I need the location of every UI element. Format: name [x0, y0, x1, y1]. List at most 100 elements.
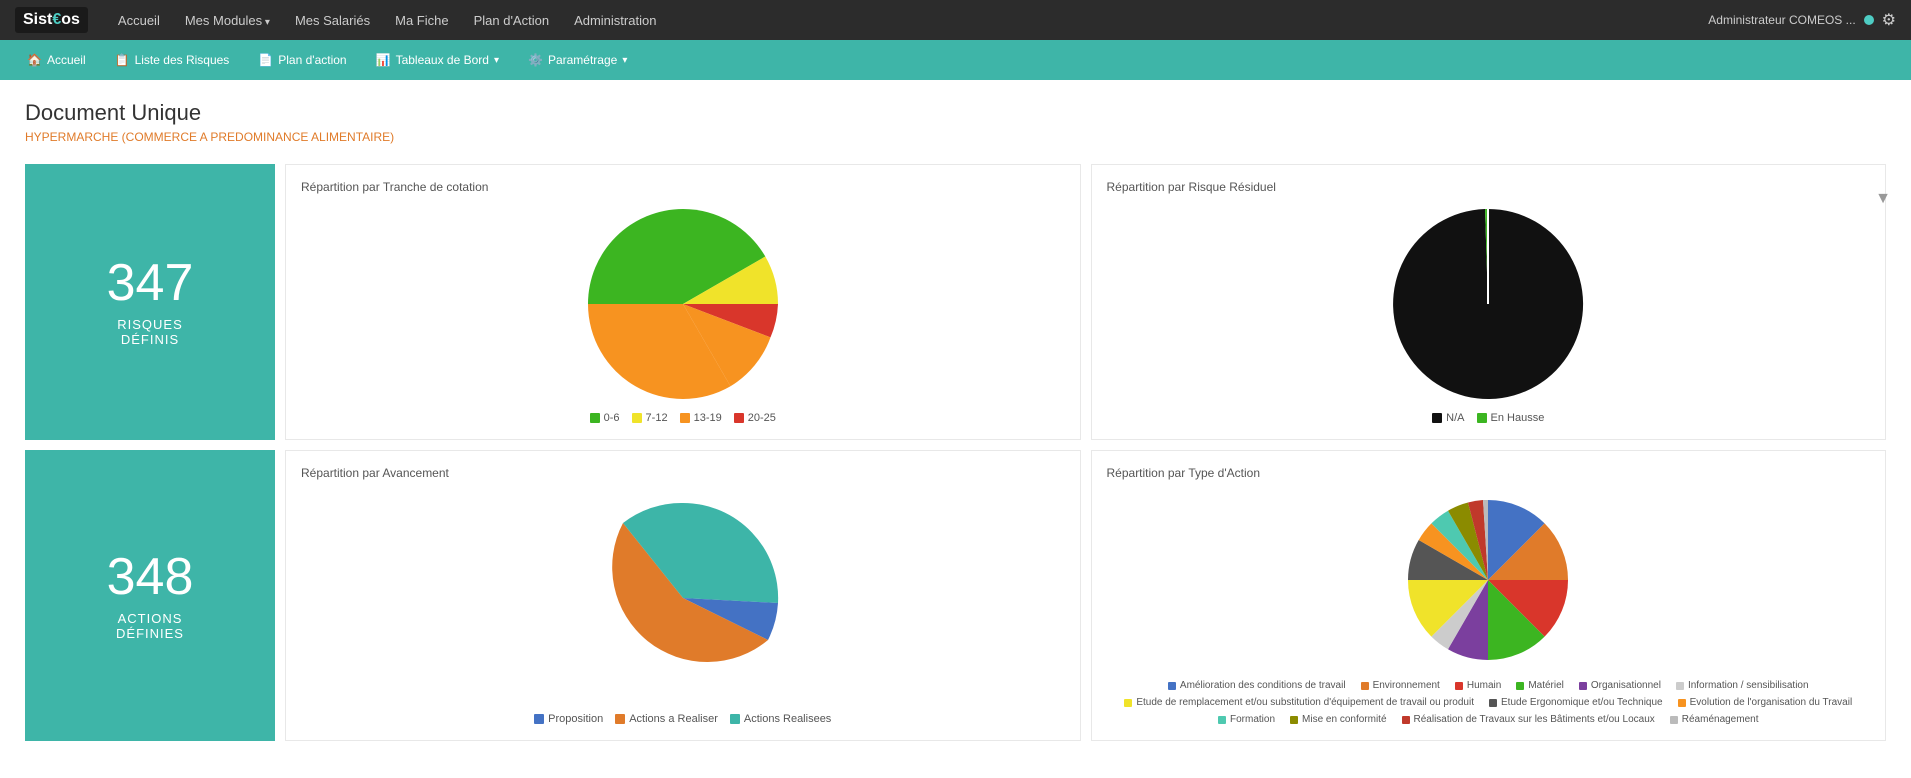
top-navigation: Sist€os Accueil Mes Modules Mes Salariés…: [0, 0, 1911, 40]
legend-dot-mise-conformite: [1290, 716, 1298, 724]
legend-dot-proposition: [534, 714, 544, 724]
legend-information: Information / sensibilisation: [1676, 680, 1809, 691]
legend-dot-etude-ergonomique: [1489, 699, 1497, 707]
legend-etude-ergonomique: Etude Ergonomique et/ou Technique: [1489, 697, 1663, 708]
legend-realisation-travaux: Réalisation de Travaux sur les Bâtiments…: [1402, 714, 1655, 725]
dashboard-row-1: 347 RISQUESDÉFINIS Répartition par Tranc…: [25, 164, 1886, 440]
legend-dot-20-25: [734, 413, 744, 423]
legend-dot-en-hausse: [1477, 413, 1487, 423]
risques-label: RISQUESDÉFINIS: [117, 317, 183, 347]
tranche-pie-svg: [583, 204, 783, 404]
home-icon: 🏠: [27, 53, 42, 67]
legend-formation: Formation: [1218, 714, 1275, 725]
stat-card-risques: 347 RISQUESDÉFINIS: [25, 164, 275, 440]
doc-icon: 📄: [258, 53, 273, 67]
avancement-pie-svg: [583, 498, 783, 698]
residuel-pie-svg: [1388, 204, 1588, 404]
chart-residuel-title: Répartition par Risque Résiduel: [1107, 180, 1871, 194]
legend-humain: Humain: [1455, 680, 1501, 691]
top-nav-left: Sist€os Accueil Mes Modules Mes Salariés…: [15, 7, 666, 33]
legend-na: N/A: [1432, 412, 1464, 424]
legend-dot-evolution-organisation: [1678, 699, 1686, 707]
chart-risque-residuel: Répartition par Risque Résiduel N/A: [1091, 164, 1887, 440]
chart-residuel-area: [1107, 204, 1871, 404]
second-nav-tableaux-bord[interactable]: 📊 Tableaux de Bord: [364, 47, 511, 73]
top-nav-right: Administrateur COMEOS ... ⚙: [1708, 10, 1896, 30]
legend-en-hausse: En Hausse: [1477, 412, 1545, 424]
legend-dot-organisationnel: [1579, 682, 1587, 690]
type-action-pie-svg: [1378, 490, 1598, 670]
chart-tranche-cotation: Répartition par Tranche de cotation: [285, 164, 1081, 440]
list-icon: 📋: [115, 53, 130, 67]
legend-dot-13-19: [680, 413, 690, 423]
legend-13-19: 13-19: [680, 412, 722, 424]
chart-type-action-title: Répartition par Type d'Action: [1107, 466, 1871, 480]
nav-mes-modules[interactable]: Mes Modules: [175, 8, 280, 33]
user-label: Administrateur COMEOS ...: [1708, 13, 1855, 27]
page-subtitle: HYPERMARCHE (COMMERCE A PREDOMINANCE ALI…: [25, 130, 1886, 144]
legend-reamenagement: Réaménagement: [1670, 714, 1759, 725]
chart-type-action-area: [1107, 490, 1871, 670]
chart-avancement: Répartition par Avancement Proposition: [285, 450, 1081, 741]
nav-plan-action[interactable]: Plan d'Action: [464, 8, 559, 33]
user-status-dot: [1864, 15, 1874, 25]
chart-icon: 📊: [376, 53, 391, 67]
legend-etude-remplacement: Etude de remplacement et/ou substitution…: [1124, 697, 1474, 708]
avancement-legend: Proposition Actions a Realiser Actions R…: [301, 713, 1065, 725]
legend-dot-etude-remplacement: [1124, 699, 1132, 707]
legend-organisationnel: Organisationnel: [1579, 680, 1661, 691]
legend-dot-realisation-travaux: [1402, 716, 1410, 724]
residuel-legend: N/A En Hausse: [1107, 412, 1871, 424]
legend-dot-amelioration: [1168, 682, 1176, 690]
legend-environnement: Environnement: [1361, 680, 1440, 691]
tranche-legend: 0-6 7-12 13-19 20-25: [301, 412, 1065, 424]
legend-dot-reamenagement: [1670, 716, 1678, 724]
nav-mes-salaries[interactable]: Mes Salariés: [285, 8, 380, 33]
legend-materiel: Matériel: [1516, 680, 1564, 691]
legend-0-6: 0-6: [590, 412, 620, 424]
second-nav-parametrage[interactable]: ⚙️ Paramétrage: [516, 47, 639, 73]
stat-card-actions: 348 ACTIONSDÉFINIES: [25, 450, 275, 741]
legend-mise-conformite: Mise en conformité: [1290, 714, 1386, 725]
legend-20-25: 20-25: [734, 412, 776, 424]
actions-label: ACTIONSDÉFINIES: [116, 611, 184, 641]
legend-dot-actions-realisees: [730, 714, 740, 724]
legend-dot-information: [1676, 682, 1684, 690]
type-action-legend: Amélioration des conditions de travail E…: [1107, 680, 1871, 725]
legend-dot-na: [1432, 413, 1442, 423]
legend-dot-humain: [1455, 682, 1463, 690]
chart-type-action: Répartition par Type d'Action: [1091, 450, 1887, 741]
legend-dot-environnement: [1361, 682, 1369, 690]
page-title: Document Unique: [25, 100, 1886, 126]
second-nav-plan-action[interactable]: 📄 Plan d'action: [246, 47, 358, 73]
legend-actions-realiser: Actions a Realiser: [615, 713, 718, 725]
legend-proposition: Proposition: [534, 713, 603, 725]
gear-icon: ⚙️: [528, 53, 543, 67]
main-nav-links: Accueil Mes Modules Mes Salariés Ma Fich…: [108, 8, 667, 33]
filter-button[interactable]: ▼: [1875, 190, 1891, 208]
legend-dot-0-6: [590, 413, 600, 423]
chart-tranche-area: [301, 204, 1065, 404]
legend-dot-materiel: [1516, 682, 1524, 690]
chart-avancement-area: [301, 490, 1065, 705]
second-navigation: 🏠 Accueil 📋 Liste des Risques 📄 Plan d'a…: [0, 40, 1911, 80]
legend-dot-7-12: [632, 413, 642, 423]
legend-7-12: 7-12: [632, 412, 668, 424]
legend-amelioration: Amélioration des conditions de travail: [1168, 680, 1346, 691]
nav-accueil[interactable]: Accueil: [108, 8, 170, 33]
chart-avancement-title: Répartition par Avancement: [301, 466, 1065, 480]
settings-icon[interactable]: ⚙: [1882, 10, 1896, 30]
nav-administration[interactable]: Administration: [564, 8, 666, 33]
legend-actions-realisees: Actions Realisees: [730, 713, 831, 725]
legend-dot-actions-realiser: [615, 714, 625, 724]
chart-tranche-title: Répartition par Tranche de cotation: [301, 180, 1065, 194]
legend-evolution-organisation: Evolution de l'organisation du Travail: [1678, 697, 1853, 708]
logo[interactable]: Sist€os: [15, 7, 88, 33]
actions-number: 348: [107, 551, 194, 603]
risques-number: 347: [107, 257, 194, 309]
second-nav-accueil[interactable]: 🏠 Accueil: [15, 47, 98, 73]
nav-ma-fiche[interactable]: Ma Fiche: [385, 8, 458, 33]
dashboard-row-2: 348 ACTIONSDÉFINIES Répartition par Avan…: [25, 450, 1886, 741]
second-nav-liste-risques[interactable]: 📋 Liste des Risques: [103, 47, 242, 73]
legend-dot-formation: [1218, 716, 1226, 724]
